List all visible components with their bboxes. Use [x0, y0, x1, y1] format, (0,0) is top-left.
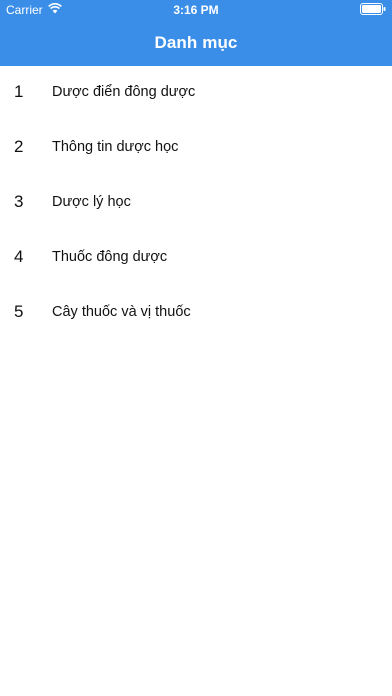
status-right — [360, 2, 386, 18]
item-index: 5 — [14, 301, 24, 321]
item-label: Dược điển đông dược — [52, 83, 196, 100]
list-item[interactable]: 2 Thông tin dược học — [0, 119, 392, 174]
wifi-icon — [47, 3, 62, 17]
app-header: Carrier 3:16 PM Danh mục — [0, 0, 392, 66]
item-label: Dược lý học — [52, 193, 131, 210]
list-item[interactable]: 4 Thuốc đông dược — [0, 229, 392, 284]
list-item[interactable]: 3 Dược lý học — [0, 174, 392, 229]
category-list: 1 Dược điển đông dược 2 Thông tin dược h… — [0, 64, 392, 339]
item-index: 3 — [14, 191, 24, 211]
item-index: 1 — [14, 81, 24, 101]
battery-icon — [360, 2, 386, 18]
status-left: Carrier — [6, 3, 62, 17]
status-bar: Carrier 3:16 PM — [0, 0, 392, 20]
list-item[interactable]: 1 Dược điển đông dược — [0, 64, 392, 119]
list-item[interactable]: 5 Cây thuốc và vị thuốc — [0, 284, 392, 339]
item-index: 4 — [14, 246, 24, 266]
item-label: Thuốc đông dược — [52, 248, 168, 265]
item-label: Thông tin dược học — [52, 138, 179, 155]
item-label: Cây thuốc và vị thuốc — [52, 303, 191, 320]
carrier-label: Carrier — [6, 3, 43, 17]
page-title: Danh mục — [154, 33, 238, 52]
item-index: 2 — [14, 136, 24, 156]
